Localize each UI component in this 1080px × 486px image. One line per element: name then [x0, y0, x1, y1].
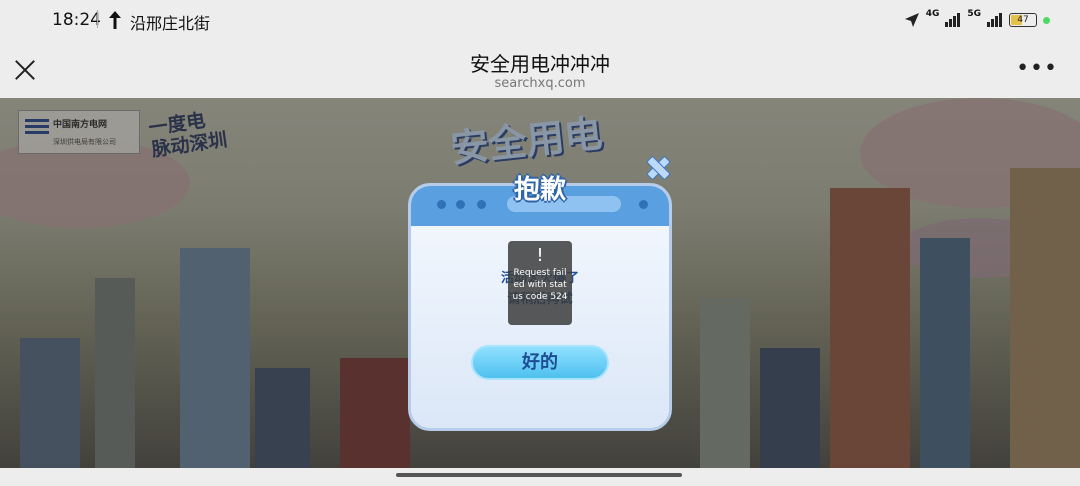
signal-icon — [987, 13, 1002, 27]
page-title: 安全用电冲冲冲 — [470, 52, 610, 76]
page-header: 安全用电冲冲冲 searchxq.com ••• — [0, 42, 1080, 98]
status-location: 沿邢庄北街 — [130, 14, 211, 33]
bottom-bar — [0, 468, 1080, 486]
page-url: searchxq.com — [494, 76, 586, 91]
status-bar: 18:24 沿邢庄北街 4G 5G 47 — [0, 0, 1080, 42]
more-options-button[interactable]: ••• — [1016, 58, 1058, 80]
warning-icon: ! — [536, 245, 544, 266]
battery-icon: 47 — [1009, 13, 1037, 27]
location-arrow-icon — [109, 11, 121, 29]
divider — [97, 10, 98, 28]
signal-icon — [945, 13, 961, 27]
error-toast: ! Request failed with status code 524 — [508, 241, 572, 325]
navigation-icon — [904, 13, 919, 27]
network-5g-label: 5G — [967, 9, 981, 19]
status-time: 18:24 — [52, 10, 101, 30]
ok-button[interactable]: 好的 — [471, 345, 609, 380]
status-indicators: 4G 5G 47 — [904, 9, 1050, 28]
network-4g-label: 4G — [925, 9, 940, 19]
battery-level: 47 — [1017, 15, 1029, 25]
home-indicator[interactable] — [396, 473, 682, 477]
close-icon[interactable] — [646, 156, 668, 178]
toast-message: Request failed with status code 524 — [512, 268, 568, 302]
privacy-indicator — [1043, 16, 1050, 24]
dialog-title: 抱歉 — [513, 175, 566, 205]
